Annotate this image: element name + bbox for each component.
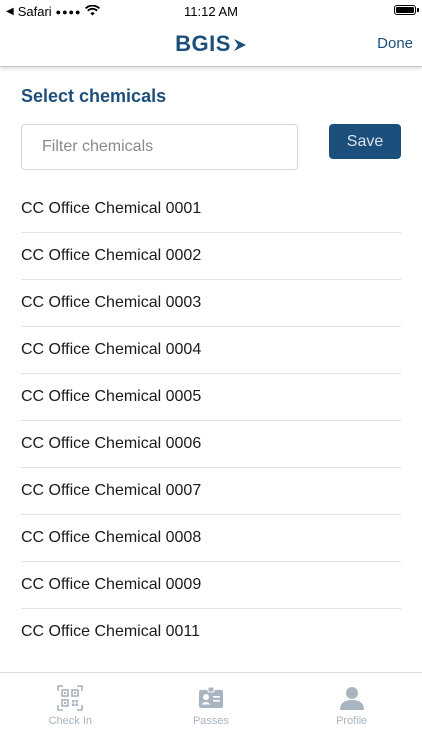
chemical-list-item[interactable]: CC Office Chemical 0001 [21,186,401,233]
chemical-list: CC Office Chemical 0001 CC Office Chemic… [21,186,401,655]
tab-label: Profile [336,715,368,727]
chemical-list-item[interactable]: CC Office Chemical 0005 [21,374,401,421]
tab-passes[interactable]: Passes [141,673,282,751]
chemical-list-item[interactable]: CC Office Chemical 0011 [21,609,401,655]
logo-text: BGIS [175,31,231,56]
bgis-logo: BGIS [0,31,422,58]
done-button[interactable]: Done [377,35,413,52]
chemical-list-item[interactable]: CC Office Chemical 0004 [21,327,401,374]
chemical-list-item[interactable]: CC Office Chemical 0009 [21,562,401,609]
page-title: Select chemicals [21,86,167,106]
chemical-list-item[interactable]: CC Office Chemical 0006 [21,421,401,468]
chemical-list-item[interactable]: CC Office Chemical 0008 [21,515,401,562]
battery-icon [394,5,419,15]
tab-check-in[interactable]: Check In [0,673,141,751]
qr-code-icon [0,685,141,711]
tab-label: Check In [48,715,93,727]
logo-arrow-icon [233,32,247,58]
filter-chemicals-input[interactable] [21,124,298,170]
person-icon [281,685,422,711]
id-badge-icon [141,685,282,711]
tab-label: Passes [192,715,230,727]
chemical-list-item[interactable]: CC Office Chemical 0007 [21,468,401,515]
chemical-list-item[interactable]: CC Office Chemical 0002 [21,233,401,280]
status-time: 11:12 AM [184,4,238,19]
chemical-list-item[interactable]: CC Office Chemical 0003 [21,280,401,327]
navigation-bar: BGIS Done [0,22,422,67]
status-bar: ◀ Safari ●●●● 11:12 AM [0,0,422,22]
tab-profile[interactable]: Profile [281,673,422,751]
save-button[interactable]: Save [329,124,401,159]
bottom-tab-bar: Check In Passes Profile [0,672,422,751]
